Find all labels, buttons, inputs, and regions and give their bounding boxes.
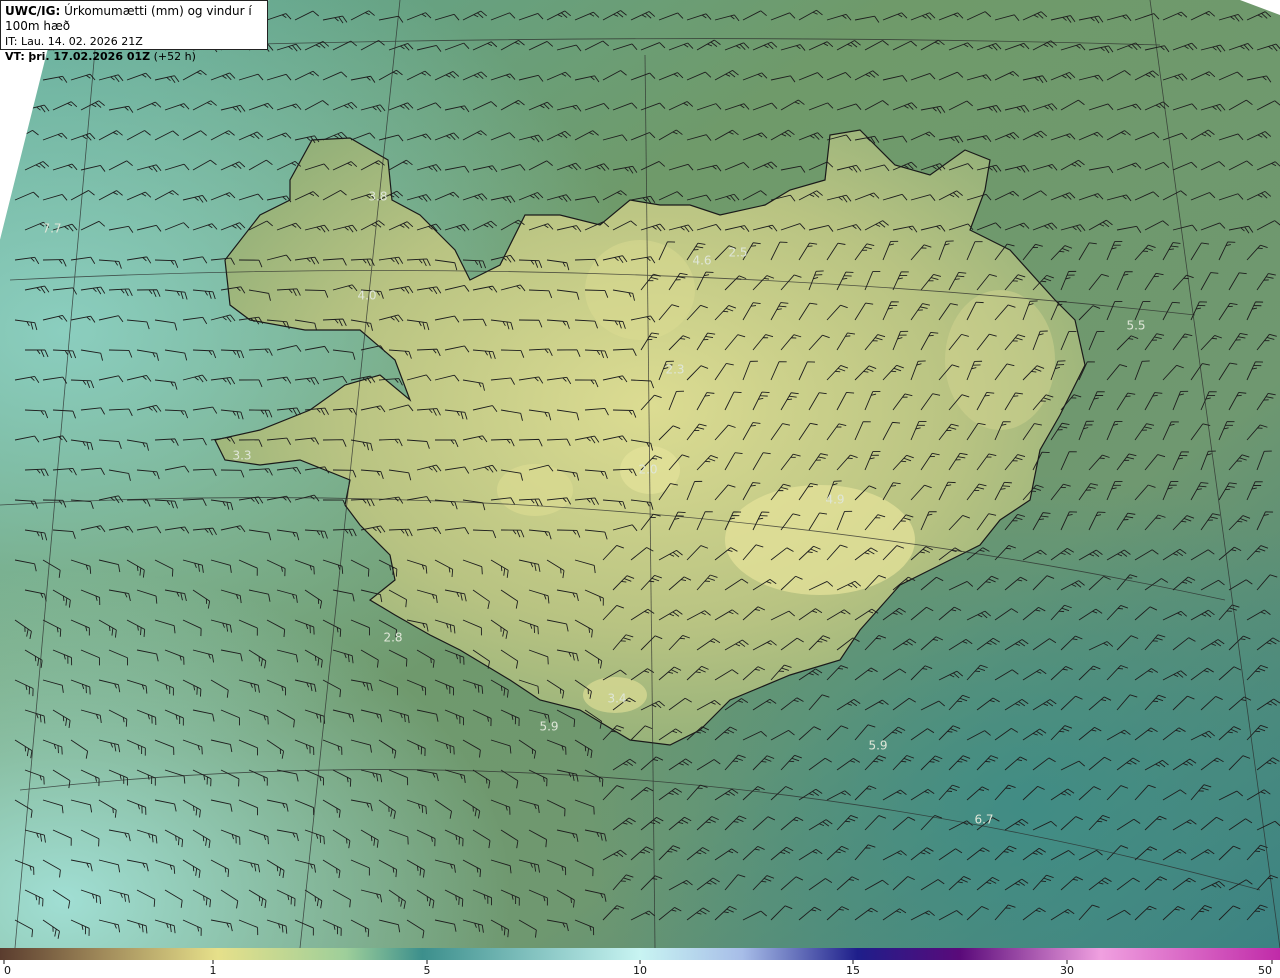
precip-value-label: 5.9 bbox=[539, 720, 558, 734]
valid-time-line: VT: þri. 17.02.2026 01Z (+52 h) bbox=[5, 49, 263, 64]
colorbar-tick-label: 50 bbox=[1258, 964, 1272, 977]
valid-time-lead: (+52 h) bbox=[153, 50, 196, 63]
glacier-langjokull bbox=[497, 464, 573, 516]
precip-value-label: 7.7 bbox=[42, 222, 61, 236]
map-canvas: 3.8 7.7 4.0 4.6 2.5 5.5 2.3 3.3 2.8 3.4 5.9 5.9 6.7 2… bbox=[0, 0, 1280, 978]
init-time-label: IT: bbox=[5, 35, 18, 48]
precip-value-label: 5.5 bbox=[1126, 319, 1145, 333]
valid-time-label: VT: bbox=[5, 50, 25, 63]
precip-value-label: 6.7 bbox=[974, 813, 993, 827]
init-time-line: IT: Lau. 14. 02. 2026 21Z bbox=[5, 34, 263, 49]
precip-value-label: 2.0 bbox=[638, 463, 657, 477]
east-fjords-highlands bbox=[945, 290, 1055, 430]
precip-value-label: 2.8 bbox=[383, 631, 402, 645]
colorbar-tick-label: 15 bbox=[846, 964, 860, 977]
model-domain: 3.8 7.7 4.0 4.6 2.5 5.5 2.3 3.3 2.8 3.4 5.9 5.9 6.7 2… bbox=[0, 0, 1280, 948]
model-name: UWC/IG: bbox=[5, 4, 61, 18]
precip-value-label: 4.0 bbox=[357, 289, 376, 303]
header-info-box: UWC/IG: Úrkomumætti (mm) og vindur í 100… bbox=[0, 0, 268, 63]
precip-value-label: 2.5 bbox=[728, 246, 747, 260]
precip-value-label: 2.3 bbox=[665, 363, 684, 377]
north-highlands bbox=[585, 240, 695, 340]
init-time-value: Lau. 14. 02. 2026 21Z bbox=[20, 35, 143, 48]
colorbar-tick-label: 30 bbox=[1060, 964, 1074, 977]
title-line: UWC/IG: Úrkomumætti (mm) og vindur í 100… bbox=[5, 4, 263, 34]
colorbar-tick-label: 1 bbox=[210, 964, 217, 977]
precip-value-label: 4.6 bbox=[692, 254, 711, 268]
colorbar-tick-label: 5 bbox=[424, 964, 431, 977]
precip-value-label: 4.9 bbox=[825, 493, 844, 507]
colorbar-tick-label: 0 bbox=[4, 964, 11, 977]
precip-value-label: 3.4 bbox=[607, 692, 626, 706]
forecast-map: 3.8 7.7 4.0 4.6 2.5 5.5 2.3 3.3 2.8 3.4 5.9 5.9 6.7 2… bbox=[0, 0, 1280, 978]
precip-value-label: 3.3 bbox=[232, 449, 251, 463]
colorbar-tick-label: 10 bbox=[633, 964, 647, 977]
precip-value-label: 5.9 bbox=[868, 739, 887, 753]
colorbar-gradient bbox=[0, 948, 1280, 960]
precip-value-label: 3.8 bbox=[368, 190, 387, 204]
valid-time-value: þri. 17.02.2026 01Z bbox=[28, 50, 151, 63]
